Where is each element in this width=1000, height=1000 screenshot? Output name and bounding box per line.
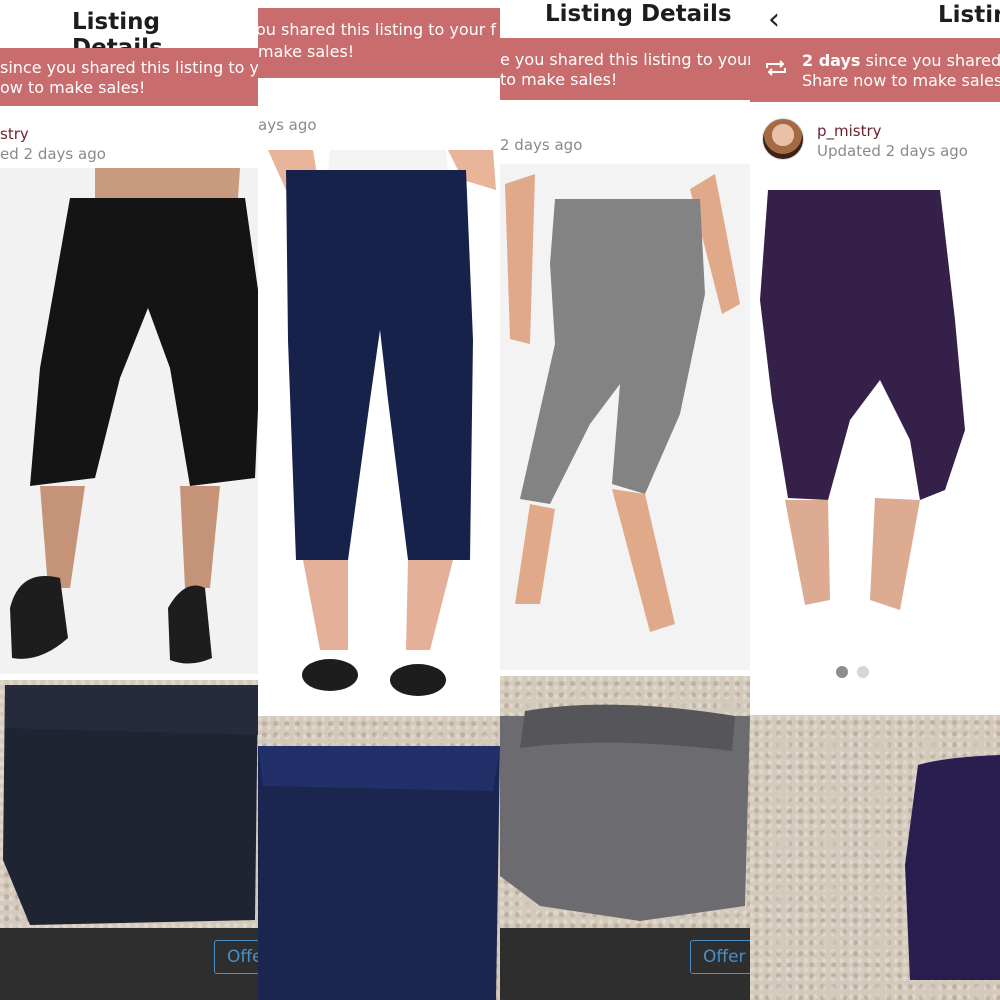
banner-text-line1: ou shared this listing to your f: [258, 20, 497, 39]
header-bar: Listing Details: [500, 0, 750, 30]
share-banner[interactable]: ou shared this listing to your f make sa…: [258, 8, 500, 78]
carousel-indicator[interactable]: [836, 666, 869, 678]
header-bar: Listing Details: [0, 0, 258, 61]
listing-photo[interactable]: [258, 150, 500, 716]
seller-info[interactable]: 2 days ago: [500, 128, 750, 160]
listing-photo-2[interactable]: [258, 716, 500, 1000]
banner-text-line1: 2 days since you shared t: [802, 51, 1000, 71]
listing-photo[interactable]: [750, 180, 1000, 650]
updated-time: ays ago: [258, 116, 317, 134]
page-title: Listin: [938, 2, 1000, 28]
navy-leggings-flat-photo: [258, 746, 500, 1000]
banner-text-line2: Share now to make sales!: [802, 71, 1000, 90]
share-banner[interactable]: e you shared this listing to your fo to …: [500, 38, 750, 100]
offer-button[interactable]: Offe: [214, 940, 258, 974]
header-bar: ‹ Listin: [750, 0, 1000, 37]
purple-capri-leggings-image: [750, 180, 1000, 650]
offer-button-label: Offer: [703, 947, 746, 967]
gray-capri-leggings-image: [500, 164, 750, 670]
chevron-left-icon[interactable]: ‹: [768, 2, 780, 37]
banner-text-line2: to make sales!: [500, 70, 618, 89]
carousel-dot[interactable]: [857, 666, 869, 678]
offer-button-label: Offe: [227, 947, 258, 967]
carousel-dot-active[interactable]: [836, 666, 848, 678]
listing-screen-1: Listing Details since you shared this li…: [0, 0, 258, 1000]
navy-capri-leggings-image: [258, 150, 500, 716]
updated-time: 2 days ago: [500, 136, 583, 154]
seller-username[interactable]: p_mistry: [817, 122, 882, 140]
listing-screen-2: ou shared this listing to your f make sa…: [258, 0, 500, 1000]
updated-time: Updated 2 days ago: [817, 142, 968, 160]
black-capri-leggings-image: [0, 168, 258, 674]
offer-button[interactable]: Offer: [690, 940, 750, 974]
share-banner[interactable]: 2 days since you shared t Share now to m…: [750, 38, 1000, 102]
seller-info[interactable]: stry ed 2 days ago: [0, 118, 258, 168]
share-banner[interactable]: since you shared this listing to your ow…: [0, 48, 258, 106]
seller-info[interactable]: ays ago: [258, 108, 500, 146]
listing-photo[interactable]: [500, 164, 750, 670]
share-loop-icon[interactable]: [764, 60, 788, 76]
banner-text-line2: ow to make sales!: [0, 78, 146, 97]
avatar[interactable]: [762, 118, 804, 160]
banner-text-rest: since you shared t: [860, 51, 1000, 70]
page-title: Listing Details: [545, 1, 732, 27]
listing-screen-3: Listing Details e you shared this listin…: [500, 0, 750, 1000]
listing-photo[interactable]: [0, 168, 258, 674]
updated-time: ed 2 days ago: [0, 145, 106, 163]
bottom-action-bar: Offe: [0, 928, 258, 1000]
banner-text-line1: since you shared this listing to your: [0, 58, 258, 77]
banner-text-line2: make sales!: [258, 42, 355, 61]
listing-photo-2[interactable]: [750, 715, 1000, 1000]
banner-text-line1: e you shared this listing to your fo: [500, 50, 750, 69]
purple-leggings-flat-photo: [905, 755, 1000, 980]
bottom-action-bar: Offer: [500, 928, 750, 1000]
seller-info[interactable]: p_mistry Updated 2 days ago: [750, 118, 1000, 166]
banner-days: 2 days: [802, 51, 861, 70]
listing-screen-4: ‹ Listin 2 days since you shared t Share…: [750, 0, 1000, 1000]
seller-username[interactable]: stry: [0, 125, 29, 143]
